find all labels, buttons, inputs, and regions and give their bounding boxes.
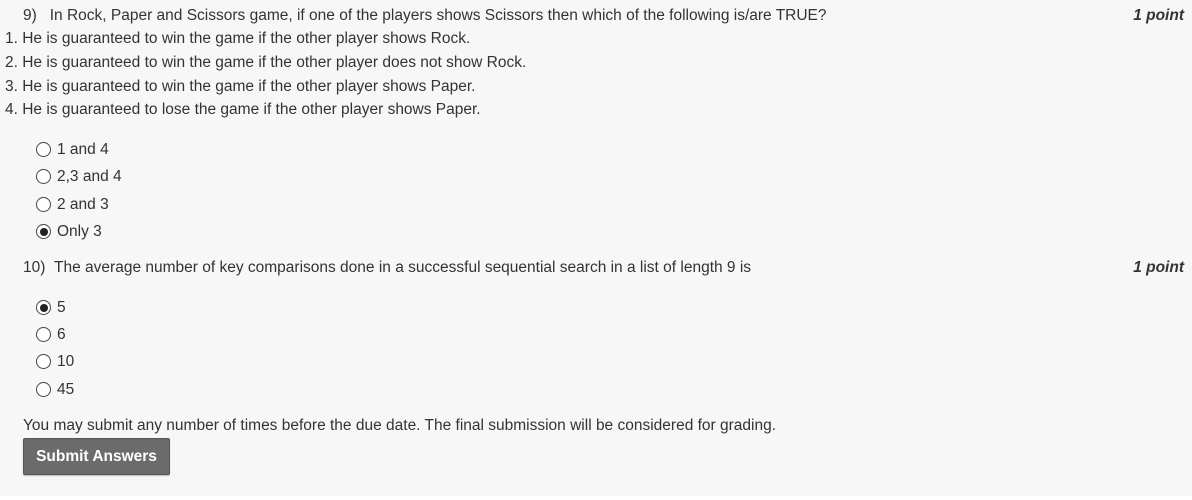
statement-1: 1. He is guaranteed to win the game if t… xyxy=(5,30,471,47)
question-9-prompt: In Rock, Paper and Scissors game, if one… xyxy=(49,7,827,24)
q9-option-4-label: Only 3 xyxy=(57,223,102,240)
question-9-number: 9) xyxy=(23,7,37,24)
assignment-panel: 9) In Rock, Paper and Scissors game, if … xyxy=(0,0,1192,496)
submit-answers-button[interactable]: Submit Answers xyxy=(23,438,170,475)
statement-3: 3. He is guaranteed to win the game if t… xyxy=(5,78,476,95)
q9-option-3-label: 2 and 3 xyxy=(57,196,109,213)
q9-option-2-label: 2,3 and 4 xyxy=(57,168,122,185)
question-10-prompt: The average number of key comparisons do… xyxy=(54,259,752,276)
q10-option-1-radio[interactable] xyxy=(36,300,51,315)
question-10-number: 10) xyxy=(23,259,46,276)
question-10-text: 10) The average number of key comparison… xyxy=(23,257,751,279)
q9-option-1-label: 1 and 4 xyxy=(57,141,109,158)
q9-option-1-radio[interactable] xyxy=(36,142,51,157)
q10-option-3-radio[interactable] xyxy=(36,354,51,369)
q10-option-4-radio[interactable] xyxy=(36,382,51,397)
question-9-points: 1 point xyxy=(1133,7,1184,24)
question-10-header: 10) The average number of key comparison… xyxy=(23,257,1184,279)
q10-option-1-label: 5 xyxy=(57,299,66,316)
question-9-text: 9) In Rock, Paper and Scissors game, if … xyxy=(23,5,827,27)
question-10-points: 1 point xyxy=(1133,259,1184,276)
q10-option-4-label: 45 xyxy=(57,381,75,398)
q9-option-3-radio[interactable] xyxy=(36,197,51,212)
question-9-header: 9) In Rock, Paper and Scissors game, if … xyxy=(23,5,1184,27)
q10-option-3-label: 10 xyxy=(57,353,75,370)
submission-note: You may submit any number of times befor… xyxy=(23,417,777,434)
statement-2: 2. He is guaranteed to win the game if t… xyxy=(5,54,527,71)
q10-option-2-radio[interactable] xyxy=(36,327,51,342)
q9-option-4-radio[interactable] xyxy=(36,224,51,239)
statement-4: 4. He is guaranteed to lose the game if … xyxy=(5,101,481,118)
q9-option-2-radio[interactable] xyxy=(36,169,51,184)
q10-option-2-label: 6 xyxy=(57,326,66,343)
